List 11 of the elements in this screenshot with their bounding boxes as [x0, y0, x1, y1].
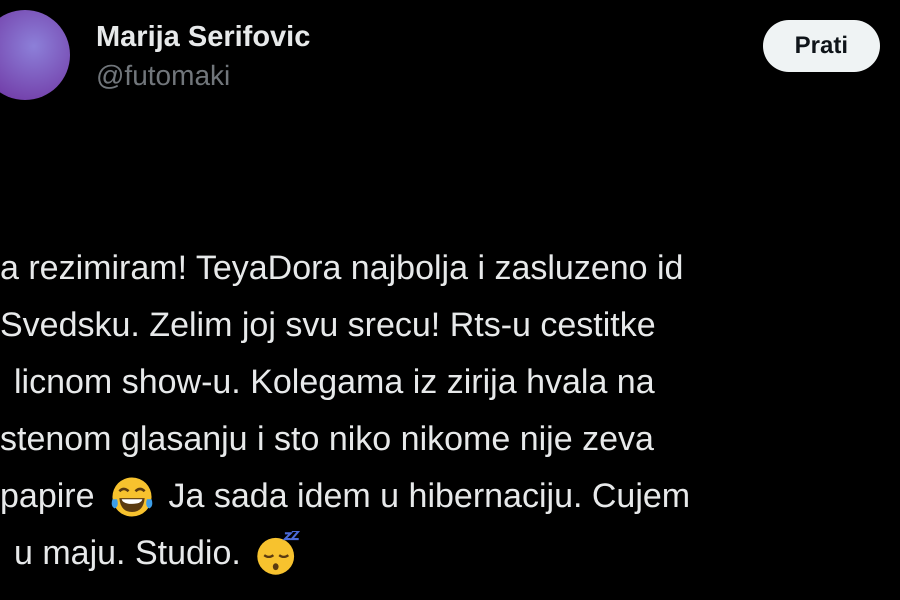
- author-name: Marija Serifovic: [96, 20, 312, 54]
- tweet-text: papire: [0, 477, 95, 516]
- tweet-text: Svedsku. Zelim joj svu srecu! Rts-u cestitke: [0, 306, 656, 345]
- tweet-text: u maju. Studio.: [14, 534, 241, 573]
- tweet-text: a rezimiram! TeyaDora najbolja i zasluzeno id: [0, 249, 684, 288]
- follow-button[interactable]: Prati: [762, 20, 880, 72]
- sleeping-emoji-icon: [254, 530, 301, 576]
- author-handle: @futomaki: [96, 60, 232, 92]
- tweet-text: Ja sada idem u hibernaciju. Cujem: [168, 477, 690, 516]
- tweet-text: stenom glasanju i sto niko nikome nije zeva: [0, 420, 654, 459]
- tweet-text: licnom show-u. Kolegama iz zirija hvala na: [14, 363, 655, 402]
